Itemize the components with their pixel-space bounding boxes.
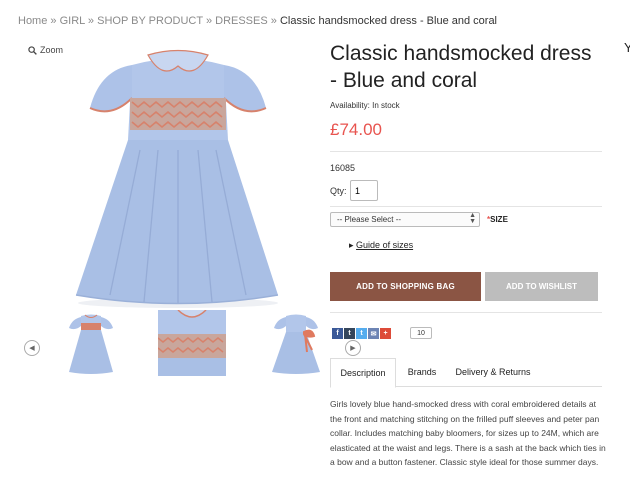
breadcrumb-separator: » bbox=[270, 15, 277, 27]
breadcrumb-separator: » bbox=[205, 15, 213, 27]
add-to-wishlist-button[interactable]: ADD TO WISHLIST bbox=[485, 272, 598, 301]
facebook-icon[interactable]: f bbox=[332, 328, 343, 339]
tab-delivery-returns[interactable]: Delivery & Returns bbox=[450, 358, 536, 386]
product-title: Classic handsmocked dress - Blue and cor… bbox=[330, 42, 592, 92]
product-sku: 16085 bbox=[330, 163, 356, 173]
gallery-next-arrow[interactable]: ▶ bbox=[345, 340, 361, 356]
triangle-right-icon: ▸ bbox=[349, 240, 354, 250]
breadcrumb-separator: » bbox=[50, 15, 57, 27]
divider bbox=[330, 312, 602, 313]
tumblr-icon[interactable]: t bbox=[344, 328, 355, 339]
size-select-value: -- Please Select -- bbox=[337, 215, 402, 224]
magnifier-icon bbox=[28, 45, 37, 55]
size-guide-link[interactable]: ▸ Guide of sizes bbox=[349, 240, 413, 251]
product-price: £74.00 bbox=[330, 120, 382, 139]
share-count: 10 bbox=[410, 327, 432, 339]
email-icon[interactable]: ✉ bbox=[368, 328, 379, 339]
tab-brands[interactable]: Brands bbox=[396, 358, 448, 386]
product-main-image[interactable] bbox=[40, 40, 315, 310]
breadcrumb-home[interactable]: Home bbox=[18, 15, 47, 27]
tab-description[interactable]: Description bbox=[330, 358, 396, 388]
breadcrumb-current: Classic handsmocked dress - Blue and cor… bbox=[279, 15, 497, 27]
size-label-text: SIZE bbox=[490, 215, 508, 224]
chevron-left-icon: ◀ bbox=[29, 345, 35, 352]
availability-status: Availability: In stock bbox=[330, 101, 400, 110]
breadcrumb-dresses[interactable]: DRESSES bbox=[215, 15, 268, 27]
product-description: Girls lovely blue hand-smocked dress wit… bbox=[330, 399, 606, 468]
add-to-bag-button[interactable]: ADD TO SHOPPING BAG bbox=[330, 272, 481, 301]
size-select[interactable]: -- Please Select -- ▲ ▼ bbox=[330, 212, 480, 227]
divider bbox=[330, 206, 602, 207]
thumbnail-front[interactable] bbox=[57, 310, 125, 376]
breadcrumb: Home » GIRL » SHOP BY PRODUCT » DRESSES … bbox=[18, 15, 497, 27]
thumbnail-smocking-detail[interactable] bbox=[158, 310, 226, 376]
cut-off-text: Y bbox=[624, 40, 630, 55]
breadcrumb-separator: » bbox=[87, 15, 95, 27]
size-label: *SIZE bbox=[487, 215, 508, 224]
breadcrumb-shop-by-product[interactable]: SHOP BY PRODUCT bbox=[97, 15, 203, 27]
share-buttons: f t t ✉ + bbox=[332, 328, 391, 339]
divider bbox=[330, 151, 602, 152]
select-arrows-icon: ▲ ▼ bbox=[469, 212, 476, 225]
quantity-input[interactable] bbox=[350, 180, 378, 201]
size-guide-label: Guide of sizes bbox=[356, 240, 414, 250]
product-tabs: Description Brands Delivery & Returns bbox=[330, 358, 602, 388]
breadcrumb-girl[interactable]: GIRL bbox=[60, 15, 85, 27]
chevron-right-icon: ▶ bbox=[350, 345, 356, 352]
twitter-icon[interactable]: t bbox=[356, 328, 367, 339]
qty-label: Qty: bbox=[330, 186, 347, 196]
gallery-prev-arrow[interactable]: ◀ bbox=[24, 340, 40, 356]
google-plus-icon[interactable]: + bbox=[380, 328, 391, 339]
thumbnail-back[interactable] bbox=[262, 310, 330, 376]
